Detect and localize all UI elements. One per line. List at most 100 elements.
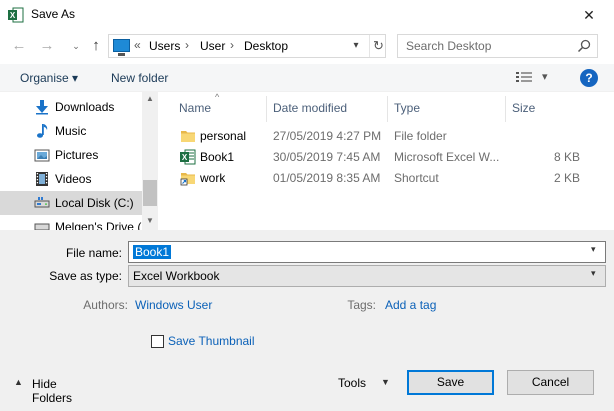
refresh-icon[interactable]: ↻ (369, 35, 387, 57)
breadcrumb-user[interactable]: User (200, 39, 225, 53)
file-date: 01/05/2019 8:35 AM (273, 171, 381, 185)
column-divider[interactable] (387, 96, 388, 122)
network-drive-icon (34, 223, 50, 230)
scroll-thumb[interactable] (143, 180, 157, 206)
column-divider[interactable] (266, 96, 267, 122)
breadcrumb-overflow[interactable]: « (134, 38, 141, 52)
folder-icon (181, 131, 195, 142)
file-row-book1[interactable]: X Book1 30/05/2019 7:45 AM Microsoft Exc… (176, 147, 596, 168)
filename-input[interactable]: Book1 ▾ (128, 241, 606, 263)
details-view-icon (516, 72, 532, 82)
nav-item-label: Videos (55, 172, 92, 186)
file-type: File folder (394, 129, 447, 143)
breadcrumb-desktop[interactable]: Desktop (244, 39, 288, 53)
scroll-up-icon[interactable]: ▲ (142, 94, 158, 108)
help-button[interactable]: ? (580, 69, 598, 87)
back-button[interactable]: ← (9, 36, 29, 56)
column-header-size[interactable]: Size (512, 101, 535, 115)
save-thumbnail-label[interactable]: Save Thumbnail (168, 334, 255, 348)
file-size: 2 KB (553, 171, 580, 185)
forward-button[interactable]: → (37, 36, 57, 56)
chevron-down-icon[interactable]: ▾ (591, 268, 605, 279)
chevron-down-icon[interactable]: ▾ (349, 37, 363, 55)
file-row-personal[interactable]: personal 27/05/2019 4:27 PM File folder (176, 126, 596, 147)
computer-icon (113, 39, 130, 56)
folder-shortcut-icon (180, 173, 195, 186)
hide-folders-label: Hide Folders (32, 377, 73, 405)
chevron-up-icon: ▲ (14, 377, 23, 387)
column-divider[interactable] (505, 96, 506, 122)
new-folder-button[interactable]: New folder (111, 71, 168, 85)
file-size: 8 KB (553, 150, 580, 164)
window-title: Save As (31, 7, 76, 21)
search-input[interactable]: Search Desktop (397, 34, 598, 58)
up-folder-button[interactable]: ↑ (86, 36, 106, 56)
column-header-date[interactable]: Date modified (273, 101, 347, 115)
address-bar[interactable]: « Users › User › Desktop ▾ ↻ (108, 34, 386, 58)
nav-item-label: Pictures (55, 148, 99, 162)
excel-icon: X (8, 7, 24, 23)
sort-ascending-icon: ^ (215, 92, 220, 102)
file-name: personal (200, 129, 247, 143)
nav-item-local-disk[interactable]: Local Disk (C:) (0, 191, 142, 215)
file-date: 27/05/2019 4:27 PM (273, 129, 382, 143)
search-placeholder: Search Desktop (406, 39, 492, 53)
savetype-select[interactable]: Excel Workbook ▾ (128, 265, 606, 287)
view-options-button[interactable]: ▾ (516, 70, 552, 86)
filename-value[interactable]: Book1 (133, 245, 172, 259)
filename-label: File name: (65, 246, 122, 260)
scroll-down-icon[interactable]: ▼ (142, 216, 158, 230)
file-type: Shortcut (394, 171, 439, 185)
add-tag-link[interactable]: Add a tag (385, 298, 436, 312)
title-bar: X Save As ✕ (0, 0, 614, 30)
file-type: Microsoft Excel W... (394, 150, 499, 164)
command-toolbar: Organise ▾ New folder ▾ ? (0, 64, 614, 92)
file-row-work[interactable]: work 01/05/2019 8:35 AM Shortcut 2 KB (176, 168, 596, 189)
nav-item-label: Downloads (55, 100, 115, 114)
close-button[interactable]: ✕ (576, 4, 602, 26)
nav-scrollbar[interactable]: ▲ ▼ (142, 92, 158, 230)
nav-item-downloads[interactable]: Downloads (0, 95, 142, 119)
search-icon[interactable] (576, 38, 592, 54)
chevron-down-icon: ▼ (381, 377, 390, 387)
breadcrumb-users[interactable]: Users (149, 39, 180, 53)
nav-item-label: Local Disk (C:) (55, 196, 134, 210)
column-header-type[interactable]: Type (394, 101, 420, 115)
drive-icon (34, 197, 50, 208)
nav-item-label: Melgen's Drive ( (55, 220, 142, 230)
column-header-name[interactable]: Name (179, 101, 211, 115)
savetype-label: Save as type: (49, 269, 122, 283)
organise-button[interactable]: Organise ▾ (20, 71, 78, 85)
pictures-icon (34, 149, 50, 162)
music-note-icon (37, 124, 48, 138)
breadcrumb-separator[interactable]: › (185, 38, 189, 52)
file-name: work (200, 171, 226, 185)
save-thumbnail-checkbox[interactable] (151, 335, 164, 348)
breadcrumb-separator[interactable]: › (230, 38, 234, 52)
file-list: ^ Name Date modified Type Size personal … (158, 92, 614, 230)
authors-link[interactable]: Windows User (135, 298, 212, 312)
savetype-value: Excel Workbook (133, 269, 220, 283)
authors-label: Authors: (83, 298, 128, 312)
video-film-icon (36, 172, 48, 186)
save-button[interactable]: Save (407, 370, 494, 395)
chevron-down-icon: ▾ (542, 71, 548, 83)
cancel-button[interactable]: Cancel (507, 370, 594, 395)
navigation-pane: Downloads Music Pictures Videos Local Di… (0, 92, 158, 230)
nav-item-music[interactable]: Music (0, 119, 142, 143)
tools-button[interactable]: Tools ▼ (336, 375, 392, 395)
tags-label: Tags: (347, 298, 376, 312)
tools-label: Tools (338, 376, 367, 390)
download-arrow-icon (36, 100, 48, 115)
nav-item-pictures[interactable]: Pictures (0, 143, 142, 167)
nav-item-label: Music (55, 124, 87, 138)
recent-locations-button[interactable]: ⌄ (66, 36, 86, 56)
excel-file-icon: X (180, 149, 196, 165)
svg-text:X: X (10, 11, 16, 20)
nav-item-videos[interactable]: Videos (0, 167, 142, 191)
chevron-down-icon[interactable]: ▾ (591, 244, 605, 255)
file-name: Book1 (200, 150, 235, 164)
nav-item-network-drive[interactable]: Melgen's Drive ( (0, 215, 142, 230)
save-options-panel: File name: Book1 ▾ Save as type: Excel W… (0, 230, 614, 411)
file-date: 30/05/2019 7:45 AM (273, 150, 381, 164)
